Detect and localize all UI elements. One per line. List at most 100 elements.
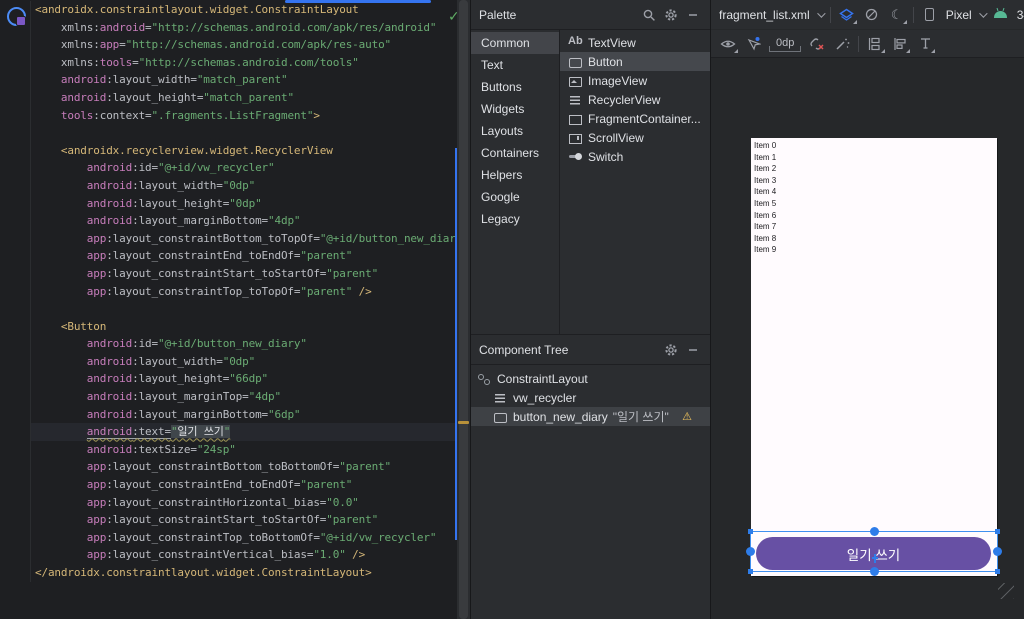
code-line[interactable]: app:layout_constraintEnd_toEndOf="parent…: [31, 476, 457, 494]
file-selector[interactable]: fragment_list.xml: [719, 8, 810, 22]
new-diary-button-preview[interactable]: 일기 쓰기: [756, 537, 991, 570]
editor-vscrollbar[interactable]: [457, 0, 470, 619]
minimize-icon[interactable]: [684, 6, 702, 24]
code-line[interactable]: android:id="@+id/vw_recycler": [31, 159, 457, 177]
palette-category-buttons[interactable]: Buttons: [471, 76, 559, 98]
code-line[interactable]: android:layout_width="0dp": [31, 353, 457, 371]
palette-component-switch[interactable]: Switch: [560, 147, 710, 166]
recyclerview-preview[interactable]: Item 0 Item 1 Item 2 Item 3 Item 4 Item 5 Item…: [751, 138, 997, 256]
code-line[interactable]: android:layout_marginTop="4dp": [31, 388, 457, 406]
palette-component-button[interactable]: Button: [560, 52, 710, 71]
constraint-anchor-left[interactable]: [746, 547, 755, 556]
design-surface[interactable]: Item 0 Item 1 Item 2 Item 3 Item 4 Item 5 Item…: [711, 59, 1024, 619]
code-line[interactable]: android:layout_height="0dp": [31, 195, 457, 213]
code-line[interactable]: android:layout_marginBottom="6dp": [31, 406, 457, 424]
resize-handle-bottom-right[interactable]: [995, 569, 1000, 574]
palette-component-recyclerview[interactable]: RecyclerView: [560, 90, 710, 109]
palette-category-containers[interactable]: Containers: [471, 142, 559, 164]
align-icon[interactable]: [891, 35, 911, 53]
recyclerview-icon: [568, 94, 583, 106]
component-tree-title: Component Tree: [479, 342, 569, 357]
resize-handle-bottom-left[interactable]: [748, 569, 753, 574]
code-token: />: [352, 284, 372, 298]
palette-category-common[interactable]: Common: [471, 32, 559, 54]
code-token: >: [313, 108, 320, 122]
code-line[interactable]: android:layout_width="match_parent": [31, 71, 457, 89]
code-line[interactable]: app:layout_constraintStart_toStartOf="pa…: [31, 511, 457, 529]
design-surface-mode-icon[interactable]: [838, 6, 857, 24]
constraint-anchor-right[interactable]: [993, 547, 1002, 556]
autoconnect-icon[interactable]: [744, 35, 762, 53]
resize-handle-top-right[interactable]: [995, 529, 1000, 534]
default-margins-selector[interactable]: 0dp: [769, 36, 802, 52]
palette-category-legacy[interactable]: Legacy: [471, 208, 559, 230]
constraintlayout-gutter-icon[interactable]: [7, 7, 26, 26]
code-line[interactable]: </androidx.constraintlayout.widget.Const…: [31, 564, 457, 582]
orientation-icon[interactable]: [863, 6, 881, 24]
palette-category-google[interactable]: Google: [471, 186, 559, 208]
code-token: app: [35, 530, 107, 544]
code-line[interactable]: android:id="@+id/button_new_diary": [31, 335, 457, 353]
palette-component-fragmentcontainer[interactable]: FragmentContainer...: [560, 109, 710, 128]
device-selector[interactable]: Pixel: [946, 8, 972, 22]
code-line[interactable]: tools:context=".fragments.ListFragment">: [31, 107, 457, 125]
canvas-resize-handle[interactable]: [998, 583, 1014, 599]
code-line[interactable]: android:layout_width="0dp": [31, 177, 457, 195]
device-preview[interactable]: Item 0 Item 1 Item 2 Item 3 Item 4 Item 5 Item…: [746, 138, 1002, 576]
code-line[interactable]: [31, 124, 457, 142]
code-line[interactable]: <androidx.constraintlayout.widget.Constr…: [31, 1, 457, 19]
clear-constraints-icon[interactable]: [808, 35, 826, 53]
palette-component-imageview[interactable]: ImageView: [560, 71, 710, 90]
resize-handle-top-left[interactable]: [748, 529, 753, 534]
guidelines-icon[interactable]: [916, 35, 936, 53]
palette-category-layouts[interactable]: Layouts: [471, 120, 559, 142]
gear-icon[interactable]: [662, 341, 680, 359]
tree-item-vw_recycler[interactable]: vw_recycler: [471, 388, 710, 407]
code-line[interactable]: <Button: [31, 318, 457, 336]
palette-component-scrollview[interactable]: ScrollView: [560, 128, 710, 147]
code-line[interactable]: app:layout_constraintBottom_toBottomOf="…: [31, 458, 457, 476]
code-line[interactable]: [31, 300, 457, 318]
code-line[interactable]: app:layout_constraintTop_toBottomOf="@+i…: [31, 529, 457, 547]
code-line[interactable]: xmlns:app="http://schemas.android.com/ap…: [31, 36, 457, 54]
code-token: android: [35, 73, 107, 87]
code-line[interactable]: android:layout_height="match_parent": [31, 89, 457, 107]
code-line[interactable]: android:textSize="24sp": [31, 441, 457, 459]
preview-list-item: Item 4: [754, 187, 777, 197]
palette-category-widgets[interactable]: Widgets: [471, 98, 559, 120]
code-line[interactable]: android:layout_marginBottom="4dp": [31, 212, 457, 230]
pack-icon[interactable]: [866, 35, 886, 53]
code-line[interactable]: <androidx.recyclerview.widget.RecyclerVi…: [31, 142, 457, 160]
code-line[interactable]: android:layout_height="66dp": [31, 370, 457, 388]
code-line[interactable]: android:text="일기 쓰기": [31, 423, 457, 441]
palette-category-text[interactable]: Text: [471, 54, 559, 76]
night-mode-icon[interactable]: ☾: [888, 6, 907, 24]
minimize-icon[interactable]: [684, 341, 702, 359]
code-line[interactable]: app:layout_constraintHorizontal_bias="0.…: [31, 494, 457, 512]
code-token: :layout_height=: [132, 196, 230, 210]
search-icon[interactable]: [640, 6, 658, 24]
code-lines[interactable]: <androidx.constraintlayout.widget.Constr…: [30, 1, 469, 582]
code-line[interactable]: app:layout_constraintVertical_bias="1.0"…: [31, 546, 457, 564]
tree-item-constraintlayout[interactable]: ConstraintLayout: [471, 369, 710, 388]
editor-vscrollbar-thumb[interactable]: [459, 0, 468, 619]
code-line[interactable]: app:layout_constraintBottom_toTopOf="@+i…: [31, 230, 469, 248]
palette-component-textview[interactable]: TextView: [560, 33, 710, 52]
code-line[interactable]: xmlns:android="http://schemas.android.co…: [31, 19, 457, 37]
xml-editor-pane[interactable]: ✓ <androidx.constraintlayout.widget.Cons…: [0, 0, 470, 619]
code-line[interactable]: app:layout_constraintEnd_toEndOf="parent…: [31, 247, 457, 265]
api-selector[interactable]: 34: [1017, 8, 1024, 22]
infer-constraints-wand-icon[interactable]: [833, 35, 851, 53]
palette-category-helpers[interactable]: Helpers: [471, 164, 559, 186]
palette-panel: Palette Common Text Buttons Widgets Layouts C…: [471, 0, 710, 335]
code-line[interactable]: xmlns:tools="http://schemas.android.com/…: [31, 54, 457, 72]
code-line[interactable]: app:layout_constraintStart_toStartOf="pa…: [31, 265, 457, 283]
gear-icon[interactable]: [662, 6, 680, 24]
warning-icon[interactable]: ⚠: [682, 410, 692, 423]
android-studio-layout-editor: ✓ <androidx.constraintlayout.widget.Cons…: [0, 0, 1024, 619]
constraint-anchor-top[interactable]: [869, 527, 879, 536]
view-options-eye-icon[interactable]: [719, 35, 738, 53]
tree-item-button_new_diary[interactable]: button_new_diary "일기 쓰기" ⚠: [471, 407, 710, 426]
warning-stripe-mark[interactable]: [458, 421, 469, 424]
code-line[interactable]: app:layout_constraintTop_toTopOf="parent…: [31, 283, 457, 301]
